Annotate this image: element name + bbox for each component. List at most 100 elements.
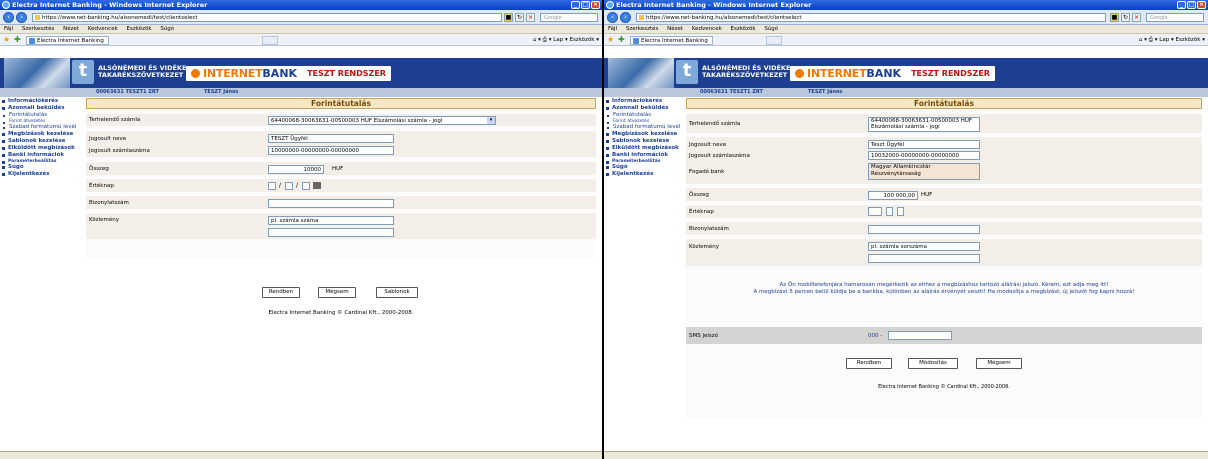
ok-button[interactable]: Rendben <box>846 358 892 369</box>
url-input[interactable]: https://www.net-banking.hu/alsonemedi/te… <box>32 13 502 22</box>
sidebar-item-free-letter[interactable]: Szabad formátumú levél <box>604 124 688 131</box>
new-tab-button[interactable] <box>262 36 278 45</box>
internetbank-logo: INTERNET BANK TESZT RENDSZER <box>790 66 995 81</box>
beneficiary-account-input[interactable]: 10000000-00000000-00000000 <box>268 146 394 155</box>
sidebar-item-orders[interactable]: Megbízások kezelése <box>604 131 688 138</box>
menu-view[interactable]: Nézet <box>63 26 79 32</box>
menu-file[interactable]: Fájl <box>4 26 13 32</box>
menu-file[interactable]: Fájl <box>608 26 617 32</box>
favorites-star-icon[interactable]: ★ <box>3 36 10 44</box>
sidebar: Információkérés Azonnali beküldés Forint… <box>604 98 688 178</box>
value-date-month[interactable] <box>285 182 293 190</box>
minimize-button[interactable]: _ <box>1177 1 1186 9</box>
print-icon[interactable]: ⎙ ▾ <box>543 37 554 43</box>
menu-favorites[interactable]: Kedvencek <box>692 26 722 32</box>
cancel-button[interactable]: Mégsem <box>976 358 1022 369</box>
calendar-icon[interactable] <box>313 182 321 189</box>
page-icon <box>35 15 40 20</box>
home-icon[interactable]: ⌂ ▾ <box>533 37 543 43</box>
stop-icon[interactable]: × <box>1132 13 1141 22</box>
menu-tools[interactable]: Eszközök <box>731 26 756 32</box>
page-icon <box>639 15 644 20</box>
menu-tools[interactable]: Eszközök <box>127 26 152 32</box>
beneficiary-name-input[interactable]: TESZT Ügyfél <box>268 134 394 143</box>
tab-electra[interactable]: Electra Internet Banking <box>630 36 713 45</box>
lock-icon[interactable]: ■ <box>504 13 513 22</box>
sidebar-item-orders[interactable]: Megbízások kezelése <box>0 131 84 138</box>
menu-view[interactable]: Nézet <box>667 26 683 32</box>
client-info-strip: 00063631 TESZT1 ZRT TESZT János <box>604 88 1208 97</box>
refresh-icon[interactable]: ↻ <box>515 13 524 22</box>
close-button[interactable]: × <box>591 1 600 9</box>
sidebar-item-help[interactable]: Súgó <box>0 164 84 171</box>
menu-help[interactable]: Súgó <box>764 26 778 32</box>
toolbar-commands[interactable]: ⌂ ▾ ⎙ ▾ Lap ▾ Eszközök ▾ <box>1139 34 1205 46</box>
sidebar-item-sent-orders[interactable]: Elküldött megbízások <box>604 145 688 152</box>
sidebar-item-bank-info[interactable]: Banki információk <box>604 152 688 159</box>
search-input[interactable]: Google <box>540 13 598 22</box>
new-tab-button[interactable] <box>766 36 782 45</box>
lock-icon[interactable]: ■ <box>1110 13 1119 22</box>
stop-icon[interactable]: × <box>526 13 535 22</box>
sidebar-item-templates[interactable]: Sablonok kezelése <box>0 138 84 145</box>
sidebar-item-logout[interactable]: Kijelentkezés <box>0 171 84 178</box>
minimize-button[interactable]: _ <box>571 1 580 9</box>
home-icon[interactable]: ⌂ ▾ <box>1139 37 1149 43</box>
bank-name: ALSÓNÉMEDI ÉS VIDÉKE TAKARÉKSZÖVETKEZET <box>702 64 791 79</box>
toolbar-commands[interactable]: ⌂ ▾ ⎙ ▾ Lap ▾ Eszközök ▾ <box>533 34 599 46</box>
favorites-star-icon[interactable]: ★ <box>607 36 614 44</box>
add-favorite-icon[interactable]: ✚ <box>618 36 625 44</box>
modify-button[interactable]: Módosítás <box>908 358 958 369</box>
sms-password-input[interactable] <box>888 331 952 340</box>
menu-help[interactable]: Súgó <box>160 26 174 32</box>
print-icon[interactable]: ⎙ ▾ <box>1149 37 1160 43</box>
value-date-year[interactable] <box>268 182 276 190</box>
debit-account-select[interactable]: 64400068-30063631-00500003 HUF Elszámolá… <box>268 116 496 125</box>
templates-button[interactable]: Sablonok <box>376 287 418 298</box>
document-number-input[interactable] <box>268 199 394 208</box>
label-beneficiary-name: Jogosult neve <box>89 136 127 142</box>
sidebar-item-free-letter[interactable]: Szabad formátumú levél <box>0 124 84 131</box>
sidebar-item-bank-info[interactable]: Banki információk <box>0 152 84 159</box>
copyright: Electra Internet Banking © Cardinal Kft.… <box>878 384 1010 390</box>
menu-edit[interactable]: Szerkesztés <box>626 26 659 32</box>
comment-input-2[interactable] <box>268 228 394 237</box>
sidebar-item-logout[interactable]: Kijelentkezés <box>604 171 688 178</box>
search-input[interactable]: Google <box>1146 13 1204 22</box>
sidebar-item-sent-orders[interactable]: Elküldött megbízások <box>0 145 84 152</box>
refresh-icon[interactable]: ↻ <box>1121 13 1130 22</box>
add-favorite-icon[interactable]: ✚ <box>14 36 21 44</box>
title-bar: Electra Internet Banking - Windows Inter… <box>0 0 602 10</box>
back-arrow-icon[interactable]: ‹ <box>607 12 618 23</box>
cancel-button[interactable]: Mégsem <box>318 287 356 298</box>
back-arrow-icon[interactable]: ‹ <box>3 12 14 23</box>
amount-input[interactable]: 10000 <box>268 165 324 174</box>
value-date-day[interactable] <box>302 182 310 190</box>
forward-arrow-icon[interactable]: › <box>620 12 631 23</box>
sidebar-item-information[interactable]: Információkérés <box>604 98 688 105</box>
ie-icon <box>606 1 614 9</box>
menu-bar: Fájl Szerkesztés Nézet Kedvencek Eszközö… <box>0 25 602 34</box>
sidebar-item-forint-transfer[interactable]: Forintátutalás <box>0 112 84 119</box>
maximize-button[interactable]: □ <box>581 1 590 9</box>
chevron-down-icon[interactable]: ▾ <box>487 117 495 124</box>
sidebar-item-help[interactable]: Súgó <box>604 164 688 171</box>
title-bar: Electra Internet Banking - Windows Inter… <box>604 0 1208 10</box>
menu-favorites[interactable]: Kedvencek <box>88 26 118 32</box>
tab-electra[interactable]: Electra Internet Banking <box>26 36 109 45</box>
maximize-button[interactable]: □ <box>1187 1 1196 9</box>
sidebar-item-information[interactable]: Információkérés <box>0 98 84 105</box>
page-content: t ALSÓNÉMEDI ÉS VIDÉKE TAKARÉKSZÖVETKEZET… <box>604 46 1208 451</box>
sidebar-item-instant-submit[interactable]: Azonnali beküldés <box>604 105 688 112</box>
url-input[interactable]: https://www.net-banking.hu/alsonemedi/te… <box>636 13 1106 22</box>
menu-bar: Fájl Szerkesztés Nézet Kedvencek Eszközö… <box>604 25 1208 34</box>
sidebar-item-instant-submit[interactable]: Azonnali beküldés <box>0 105 84 112</box>
close-button[interactable]: × <box>1197 1 1206 9</box>
comment-input-1[interactable]: pl. számla száma <box>268 216 394 225</box>
menu-edit[interactable]: Szerkesztés <box>22 26 55 32</box>
forward-arrow-icon[interactable]: › <box>16 12 27 23</box>
sidebar-item-templates[interactable]: Sablonok kezelése <box>604 138 688 145</box>
sidebar-item-forint-transfer[interactable]: Forintátutalás <box>604 112 688 119</box>
ok-button[interactable]: Rendben <box>262 287 300 298</box>
transfer-form: Forintátutalás Terhelendő számla 6440006… <box>686 98 1202 418</box>
